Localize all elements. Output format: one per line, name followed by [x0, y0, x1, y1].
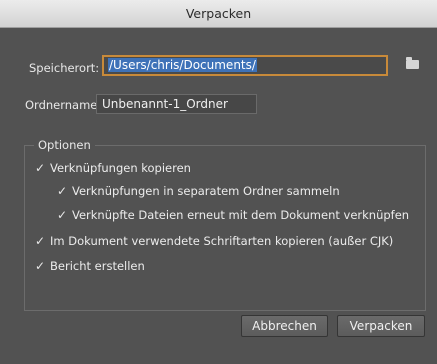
window-title: Verpacken — [185, 6, 252, 21]
cancel-button[interactable]: Abbrechen — [241, 315, 328, 337]
folder-name-label: Ordnername: — [25, 98, 102, 112]
location-input[interactable]: /Users/chris/Documents/ — [102, 55, 388, 76]
package-button[interactable]: Verpacken — [337, 315, 425, 337]
option-label: Bericht erstellen — [50, 259, 145, 273]
option-label: Im Dokument verwendete Schriftarten kopi… — [50, 234, 394, 248]
checkmark-icon: ✓ — [34, 234, 46, 248]
option-label: Verknüpfungen in separatem Ordner sammel… — [72, 184, 340, 198]
dialog-body: Speicherort: /Users/chris/Documents/ Ord… — [0, 28, 437, 364]
location-input-value: /Users/chris/Documents/ — [108, 58, 257, 72]
location-label: Speicherort: — [29, 61, 100, 75]
checkmark-icon: ✓ — [56, 184, 68, 198]
option-copy-links[interactable]: ✓ Verknüpfungen kopieren — [34, 161, 191, 175]
checkmark-icon: ✓ — [56, 208, 68, 222]
title-bar: Verpacken — [0, 0, 437, 28]
checkmark-icon: ✓ — [34, 161, 46, 175]
option-collect-links[interactable]: ✓ Verknüpfungen in separatem Ordner samm… — [56, 184, 340, 198]
options-legend: Optionen — [34, 138, 95, 152]
option-create-report[interactable]: ✓ Bericht erstellen — [34, 259, 145, 273]
folder-name-input[interactable]: Unbenannt-1_Ordner — [96, 94, 257, 114]
checkmark-icon: ✓ — [34, 259, 46, 273]
folder-icon[interactable] — [406, 57, 419, 69]
option-label: Verknüpfte Dateien erneut mit dem Dokume… — [72, 208, 410, 222]
option-label: Verknüpfungen kopieren — [50, 161, 191, 175]
option-copy-fonts[interactable]: ✓ Im Dokument verwendete Schriftarten ko… — [34, 234, 393, 248]
option-relink-files[interactable]: ✓ Verknüpfte Dateien erneut mit dem Doku… — [56, 208, 409, 222]
